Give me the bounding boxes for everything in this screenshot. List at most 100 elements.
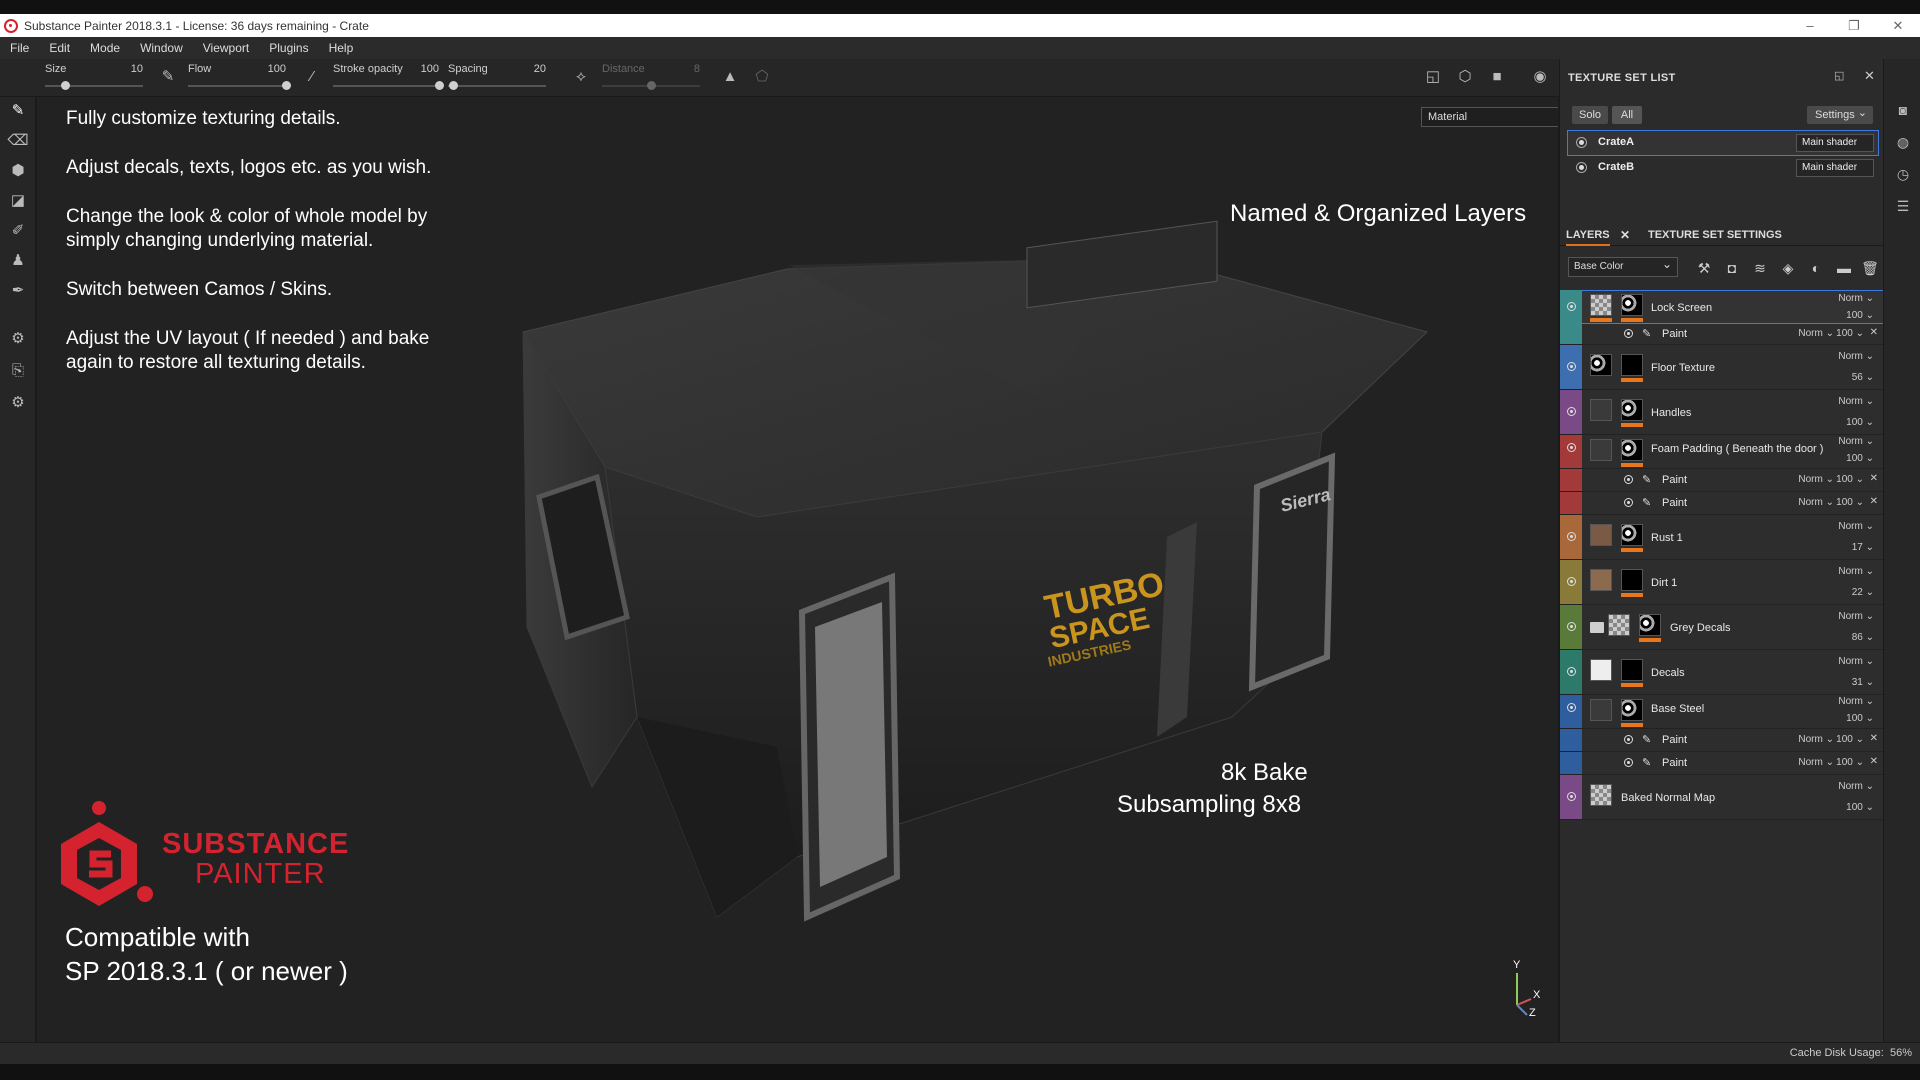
layer-row[interactable]: Rust 1 Norm ⌄ 17 ⌄ [1560, 515, 1884, 560]
menu-plugins[interactable]: Plugins [259, 41, 318, 55]
clone-stamp-icon[interactable]: ♟ [6, 249, 30, 273]
maximize-button[interactable]: ❐ [1832, 14, 1876, 37]
close-panel-icon[interactable]: ✕ [1864, 68, 1875, 84]
blend-mode-select[interactable]: Norm ⌄ [1838, 521, 1874, 532]
size-knob[interactable] [60, 81, 70, 90]
opacity-value[interactable]: 100 ⌄ [1846, 310, 1874, 321]
blend-mode-select[interactable]: Norm ⌄ [1798, 474, 1834, 485]
texture-set-crate-b[interactable]: CrateB Main shader [1568, 156, 1878, 180]
shader-select[interactable]: Main shader [1796, 134, 1874, 152]
menu-edit[interactable]: Edit [39, 41, 80, 55]
eraser-icon[interactable]: ⌫ [6, 129, 30, 153]
visibility-icon[interactable] [1567, 703, 1576, 712]
opacity-value[interactable]: 100 ⌄ [1836, 328, 1864, 339]
delete-layer-icon[interactable]: 🗑 [1859, 257, 1881, 279]
blend-mode-select[interactable]: Norm ⌄ [1838, 611, 1874, 622]
lazy-mouse-icon[interactable]: ⟡ [571, 67, 591, 87]
menu-viewport[interactable]: Viewport [193, 41, 259, 55]
close-layers-tab-icon[interactable]: ✕ [1620, 228, 1630, 242]
settings-dropdown[interactable]: Settings ⌄ [1807, 106, 1873, 124]
visibility-icon[interactable] [1567, 302, 1576, 311]
visibility-icon[interactable] [1624, 498, 1633, 507]
remove-sublayer-icon[interactable]: ✕ [1870, 733, 1878, 744]
size-slider[interactable]: Size 10 [45, 63, 143, 90]
flow-slider[interactable]: Flow 100 [188, 63, 291, 90]
remove-sublayer-icon[interactable]: ✕ [1870, 473, 1878, 484]
visibility-icon[interactable] [1567, 407, 1576, 416]
visibility-icon[interactable] [1567, 622, 1576, 631]
symmetry-icon[interactable]: ▲ [720, 67, 740, 87]
add-paint-layer-icon[interactable]: ◈ [1777, 257, 1799, 279]
blend-mode-select[interactable]: Norm ⌄ [1838, 566, 1874, 577]
paint-brush-icon[interactable]: ✎ [6, 99, 30, 123]
projection-icon[interactable]: ⬢ [6, 159, 30, 183]
log-icon[interactable]: ☰ [1892, 195, 1914, 217]
menu-window[interactable]: Window [130, 41, 193, 55]
close-button[interactable]: ✕ [1876, 14, 1920, 37]
visibility-icon[interactable] [1567, 362, 1576, 371]
export-icon[interactable]: ⎘ [6, 359, 30, 383]
tab-layers[interactable]: LAYERS [1566, 229, 1610, 246]
menu-mode[interactable]: Mode [80, 41, 130, 55]
texture-set-crate-a[interactable]: CrateA Main shader [1567, 130, 1879, 156]
view-2d-icon[interactable]: ◱ [1423, 67, 1443, 87]
color-picker-icon[interactable]: ✒ [6, 279, 30, 303]
blend-mode-select[interactable]: Norm ⌄ [1798, 757, 1834, 768]
history-icon[interactable]: ◷ [1892, 163, 1914, 185]
visibility-icon[interactable] [1567, 532, 1576, 541]
add-mask-icon[interactable]: ◘ [1721, 257, 1743, 279]
polygon-fill-icon[interactable]: ◪ [6, 189, 30, 213]
shader-select[interactable]: Main shader [1796, 159, 1874, 177]
layer-row[interactable]: Foam Padding ( Beneath the door ) Norm ⌄… [1560, 435, 1884, 469]
3d-viewport[interactable]: TURBO SPACE INDUSTRIES Sierra Material F… [37, 97, 1558, 1042]
visibility-icon[interactable] [1567, 667, 1576, 676]
symmetry-settings-icon[interactable]: ⬠ [752, 67, 772, 87]
visibility-icon[interactable] [1567, 792, 1576, 801]
sublayer-row[interactable]: ✎ Paint Norm ⌄ 100 ⌄ ✕ [1560, 469, 1884, 492]
stroke-opacity-knob[interactable] [435, 81, 444, 90]
blend-mode-select[interactable]: Norm ⌄ [1798, 497, 1834, 508]
opacity-value[interactable]: 100 ⌄ [1846, 417, 1874, 428]
visibility-icon[interactable] [1624, 475, 1633, 484]
opacity-value[interactable]: 100 ⌄ [1846, 713, 1874, 724]
display-settings-icon[interactable]: ◍ [1892, 131, 1914, 153]
layer-row[interactable]: Base Steel Norm ⌄ 100 ⌄ [1560, 695, 1884, 729]
blend-mode-select[interactable]: Norm ⌄ [1798, 328, 1834, 339]
opacity-value[interactable]: 56 ⌄ [1852, 372, 1874, 383]
opacity-value[interactable]: 100 ⌄ [1836, 734, 1864, 745]
remove-sublayer-icon[interactable]: ✕ [1870, 327, 1878, 338]
distance-slider[interactable]: Distance 8 [602, 63, 700, 90]
layer-row[interactable]: Grey Decals Norm ⌄ 86 ⌄ [1560, 605, 1884, 650]
visibility-icon[interactable] [1567, 443, 1576, 452]
minimize-button[interactable]: – [1788, 14, 1832, 37]
sublayer-row[interactable]: ✎ Paint Norm ⌄ 100 ⌄ ✕ [1560, 729, 1884, 752]
pressure-icon[interactable]: ✎ [158, 67, 178, 87]
remove-sublayer-icon[interactable]: ✕ [1870, 756, 1878, 767]
flow-pressure-icon[interactable]: ⁄ [302, 67, 322, 87]
all-button[interactable]: All [1612, 106, 1642, 124]
opacity-value[interactable]: 100 ⌄ [1836, 757, 1864, 768]
blend-mode-select[interactable]: Norm ⌄ [1838, 351, 1874, 362]
add-folder-icon[interactable]: ▬ [1833, 257, 1855, 279]
material-mode-select[interactable]: Material [1421, 107, 1558, 127]
layer-row[interactable]: Decals Norm ⌄ 31 ⌄ [1560, 650, 1884, 695]
opacity-value[interactable]: 100 ⌄ [1836, 474, 1864, 485]
sublayer-row[interactable]: ✎ Paint Norm ⌄ 100 ⌄ ✕ [1560, 324, 1884, 345]
smudge-icon[interactable]: ✐ [6, 219, 30, 243]
opacity-value[interactable]: 31 ⌄ [1852, 677, 1874, 688]
texture-set-radio[interactable] [1576, 162, 1587, 173]
sublayer-row[interactable]: ✎ Paint Norm ⌄ 100 ⌄ ✕ [1560, 492, 1884, 515]
folder-icon[interactable] [1590, 622, 1604, 633]
opacity-value[interactable]: 100 ⌄ [1846, 802, 1874, 813]
blend-mode-select[interactable]: Norm ⌄ [1838, 781, 1874, 792]
add-effect-icon[interactable]: ⚒ [1693, 257, 1715, 279]
blend-mode-select[interactable]: Norm ⌄ [1838, 656, 1874, 667]
camera-icon[interactable]: ■ [1487, 67, 1507, 87]
visibility-icon[interactable] [1567, 577, 1576, 586]
texture-set-radio[interactable] [1576, 137, 1587, 148]
visibility-icon[interactable] [1624, 329, 1633, 338]
flow-knob[interactable] [282, 81, 291, 90]
settings-icon[interactable]: ⚙ [6, 391, 30, 415]
menu-file[interactable]: File [0, 41, 39, 55]
blend-mode-select[interactable]: Norm ⌄ [1838, 696, 1874, 707]
